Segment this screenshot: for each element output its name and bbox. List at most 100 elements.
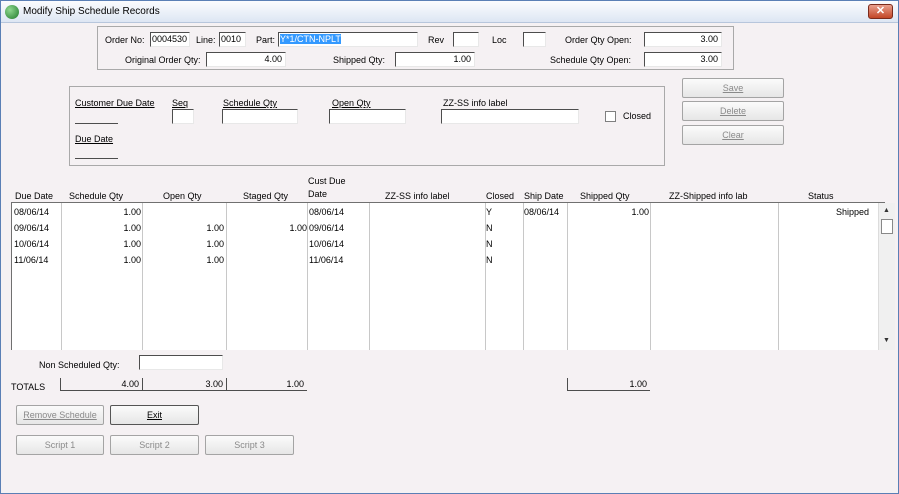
close-button[interactable]: ✕ bbox=[868, 4, 893, 19]
open-qty-label: Open Qty bbox=[332, 98, 371, 108]
loc-label: Loc bbox=[492, 35, 507, 45]
seq-field[interactable] bbox=[172, 109, 194, 124]
row-4-schedule-qty[interactable]: 1.00 bbox=[123, 255, 141, 265]
part-field[interactable]: Y*1/CTN-NPLT bbox=[278, 32, 418, 47]
non-scheduled-qty-field[interactable] bbox=[139, 355, 223, 370]
row-3-closed[interactable]: N bbox=[486, 239, 493, 249]
original-order-qty-label: Original Order Qty: bbox=[125, 55, 201, 65]
delete-button[interactable]: Delete bbox=[682, 101, 784, 121]
line-label: Line: bbox=[196, 35, 216, 45]
schedule-qty-label: Schedule Qty bbox=[223, 98, 278, 108]
clear-button[interactable]: Clear bbox=[682, 125, 784, 145]
col-closed: Closed bbox=[486, 191, 515, 201]
total-staged-qty: 1.00 bbox=[226, 378, 307, 391]
closed-checkbox[interactable] bbox=[605, 111, 616, 122]
shipped-qty-label: Shipped Qty: bbox=[333, 55, 386, 65]
row-4-due-date[interactable]: 11/06/14 bbox=[14, 255, 48, 265]
col-due-date: Due Date bbox=[15, 191, 54, 201]
shipped-qty-field: 1.00 bbox=[395, 52, 475, 67]
grid-divider bbox=[307, 203, 308, 350]
row-3-schedule-qty[interactable]: 1.00 bbox=[123, 239, 141, 249]
col-staged-qty: Staged Qty bbox=[243, 191, 289, 201]
zz-ss-info-field[interactable] bbox=[441, 109, 579, 124]
title-bar: Modify Ship Schedule Records ✕ bbox=[1, 1, 898, 23]
order-qty-open-field: 3.00 bbox=[644, 32, 722, 47]
grid-divider bbox=[523, 203, 524, 350]
row-1-schedule-qty[interactable]: 1.00 bbox=[123, 207, 141, 217]
total-schedule-qty: 4.00 bbox=[60, 378, 142, 391]
modify-ship-schedule-window: Modify Ship Schedule Records ✕ Order No:… bbox=[0, 0, 899, 494]
script-2-button[interactable]: Script 2 bbox=[110, 435, 199, 455]
schedule-qty-open-label: Schedule Qty Open: bbox=[550, 55, 632, 65]
order-no-label: Order No: bbox=[105, 35, 145, 45]
order-info-panel: Order No: 0004530 Line: 0010 Part: Y*1/C… bbox=[97, 26, 734, 70]
grid-divider bbox=[226, 203, 227, 350]
exit-button[interactable]: Exit bbox=[110, 405, 199, 425]
col-status: Status bbox=[808, 191, 834, 201]
script-3-button[interactable]: Script 3 bbox=[205, 435, 294, 455]
row-1-closed[interactable]: Y bbox=[486, 207, 492, 217]
row-1-ship-date[interactable]: 08/06/14 bbox=[524, 207, 559, 217]
due-date-field[interactable] bbox=[75, 144, 118, 159]
row-2-schedule-qty[interactable]: 1.00 bbox=[123, 223, 141, 233]
row-2-staged-qty[interactable]: 1.00 bbox=[289, 223, 307, 233]
grid-divider bbox=[369, 203, 370, 350]
row-3-open-qty[interactable]: 1.00 bbox=[206, 239, 224, 249]
row-4-cust-due-date[interactable]: 11/06/14 bbox=[309, 255, 343, 265]
original-order-qty-field: 4.00 bbox=[206, 52, 286, 67]
script-1-button[interactable]: Script 1 bbox=[16, 435, 104, 455]
open-qty-field[interactable] bbox=[329, 109, 406, 124]
customer-due-date-field[interactable] bbox=[75, 109, 118, 124]
order-qty-open-label: Order Qty Open: bbox=[565, 35, 632, 45]
col-ship-date: Ship Date bbox=[524, 191, 564, 201]
total-open-qty: 3.00 bbox=[142, 378, 226, 391]
row-3-due-date[interactable]: 10/06/14 bbox=[14, 239, 49, 249]
seq-label: Seq bbox=[172, 98, 189, 108]
row-2-cust-due-date[interactable]: 09/06/14 bbox=[309, 223, 344, 233]
zz-ss-info-label: ZZ-SS info label bbox=[443, 98, 508, 108]
row-2-open-qty[interactable]: 1.00 bbox=[206, 223, 224, 233]
rev-label: Rev bbox=[428, 35, 445, 45]
rev-field[interactable] bbox=[453, 32, 479, 47]
row-1-status[interactable]: Shipped bbox=[836, 207, 869, 217]
non-scheduled-qty-label: Non Scheduled Qty: bbox=[39, 360, 120, 370]
col-open-qty: Open Qty bbox=[163, 191, 202, 201]
line-field[interactable]: 0010 bbox=[219, 32, 246, 47]
grid-divider bbox=[650, 203, 651, 350]
row-4-closed[interactable]: N bbox=[486, 255, 493, 265]
order-no-field[interactable]: 0004530 bbox=[150, 32, 190, 47]
save-button[interactable]: Save bbox=[682, 78, 784, 98]
schedule-editor-panel: Customer Due Date Seq Schedule Qty Open … bbox=[69, 86, 665, 166]
grid-divider bbox=[778, 203, 779, 350]
col-schedule-qty: Schedule Qty bbox=[69, 191, 124, 201]
grid-divider bbox=[567, 203, 568, 350]
col-zz-ss-info: ZZ-SS info label bbox=[385, 191, 450, 201]
scroll-down-icon[interactable]: ▼ bbox=[883, 337, 890, 344]
loc-field[interactable] bbox=[523, 32, 546, 47]
scroll-thumb[interactable] bbox=[881, 219, 893, 234]
grid-divider bbox=[61, 203, 62, 350]
total-shipped-qty: 1.00 bbox=[567, 378, 650, 391]
row-1-due-date[interactable]: 08/06/14 bbox=[14, 207, 49, 217]
part-label: Part: bbox=[256, 35, 276, 45]
row-4-open-qty[interactable]: 1.00 bbox=[206, 255, 224, 265]
remove-schedule-button[interactable]: Remove Schedule bbox=[16, 405, 104, 425]
closed-label: Closed bbox=[623, 111, 652, 121]
col-shipped-qty: Shipped Qty bbox=[580, 191, 630, 201]
schedule-qty-field[interactable] bbox=[222, 109, 298, 124]
scroll-up-icon[interactable]: ▲ bbox=[883, 207, 890, 214]
row-2-due-date[interactable]: 09/06/14 bbox=[14, 223, 49, 233]
schedule-grid[interactable]: 08/06/14 1.00 08/06/14 Y 08/06/14 1.00 S… bbox=[11, 202, 895, 350]
col-cust-due-date: Date bbox=[308, 189, 328, 199]
app-icon bbox=[5, 5, 19, 19]
customer-due-date-label: Customer Due Date bbox=[75, 98, 155, 108]
grid-scrollbar[interactable]: ▲ ▼ bbox=[878, 203, 895, 350]
row-1-shipped-qty[interactable]: 1.00 bbox=[631, 207, 649, 217]
totals-label: TOTALS bbox=[11, 382, 46, 392]
grid-divider bbox=[142, 203, 143, 350]
row-2-closed[interactable]: N bbox=[486, 223, 493, 233]
row-1-cust-due-date[interactable]: 08/06/14 bbox=[309, 207, 344, 217]
part-value: Y*1/CTN-NPLT bbox=[280, 34, 341, 44]
window-title: Modify Ship Schedule Records bbox=[23, 6, 160, 17]
row-3-cust-due-date[interactable]: 10/06/14 bbox=[309, 239, 344, 249]
